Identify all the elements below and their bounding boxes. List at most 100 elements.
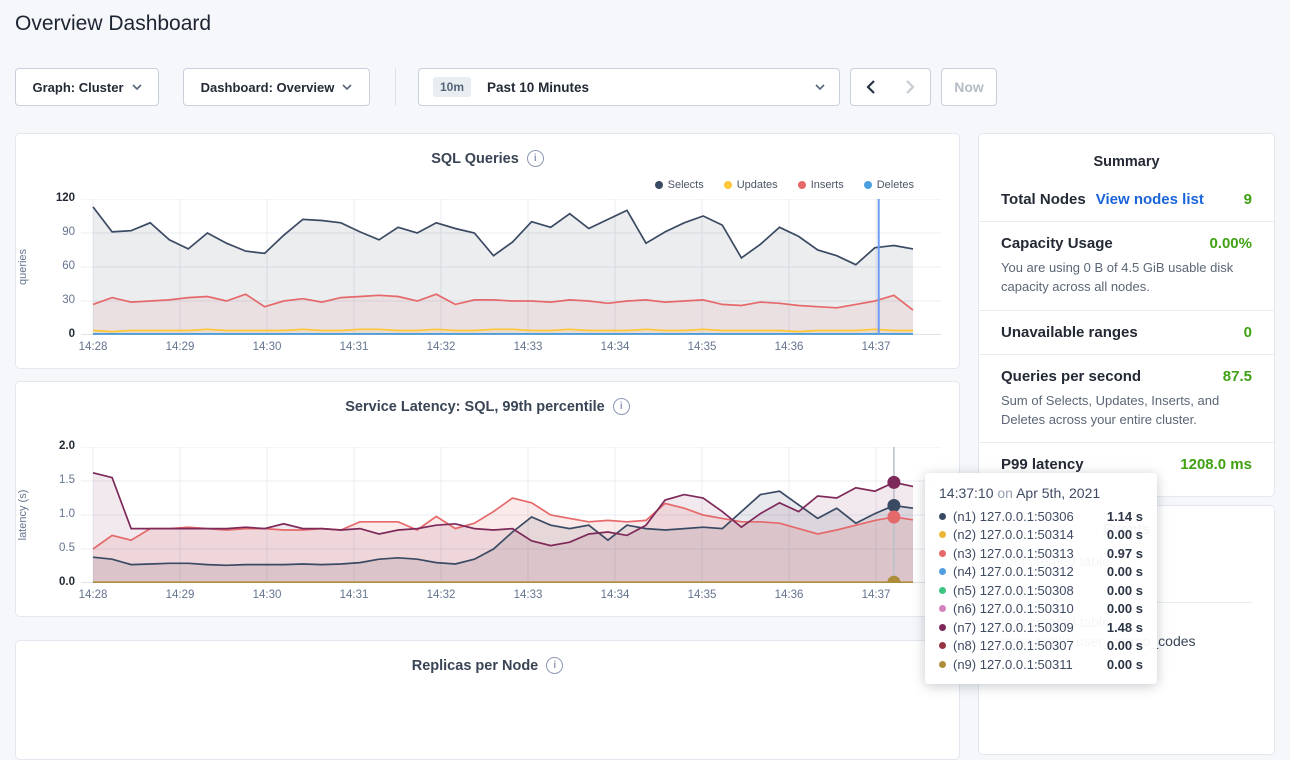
tooltip-row: (n1) 127.0.0.1:50306 1.14 s — [939, 507, 1143, 526]
x-tick-label: 14:29 — [155, 589, 205, 601]
x-tick-label: 14:33 — [503, 589, 553, 601]
x-tick-label: 14:36 — [764, 341, 814, 353]
node-color-dot — [939, 513, 946, 520]
info-icon[interactable]: i — [613, 398, 630, 415]
page-title: Overview Dashboard — [15, 12, 211, 36]
tooltip-row: (n9) 127.0.0.1:50311 0.00 s — [939, 655, 1143, 674]
x-tick-label: 14:28 — [68, 341, 118, 353]
node-color-dot — [939, 624, 946, 631]
x-tick-label: 14:34 — [590, 589, 640, 601]
sql-queries-plot[interactable]: queries 030609012014:2814:2914:3014:3114… — [81, 199, 941, 335]
node-address: (n7) 127.0.0.1:50309 — [953, 620, 1074, 635]
tooltip-date: Apr 5th, 2021 — [1016, 485, 1100, 501]
info-icon[interactable]: i — [546, 657, 563, 674]
tooltip-row: (n3) 127.0.0.1:50313 0.97 s — [939, 544, 1143, 563]
axis-y-label: queries — [17, 249, 29, 285]
node-latency-value: 0.97 s — [1107, 546, 1143, 561]
node-latency-value: 0.00 s — [1107, 601, 1143, 616]
metric-value: 87.5 — [1223, 368, 1252, 385]
y-tick-label: 60 — [35, 260, 75, 272]
x-tick-label: 14:37 — [851, 589, 901, 601]
node-latency-value: 0.00 s — [1107, 564, 1143, 579]
y-tick-label: 1.0 — [35, 508, 75, 520]
next-range-button[interactable] — [890, 68, 931, 106]
node-color-dot — [939, 605, 946, 612]
metric-value: 0.00% — [1209, 235, 1252, 252]
summary-title: Summary — [979, 134, 1274, 178]
legend-swatch — [655, 181, 663, 189]
nodes-list-link[interactable]: View nodes list — [1096, 191, 1204, 208]
y-tick-label: 2.0 — [35, 440, 75, 452]
node-color-dot — [939, 661, 946, 668]
node-latency-value: 1.14 s — [1107, 509, 1143, 524]
metric-desc: You are using 0 B of 4.5 GiB usable disk… — [1001, 259, 1252, 297]
x-tick-label: 14:31 — [329, 341, 379, 353]
x-tick-label: 14:31 — [329, 589, 379, 601]
now-button[interactable]: Now — [941, 68, 997, 106]
chevron-down-icon — [342, 84, 352, 90]
crosshair-dot — [887, 476, 900, 489]
tooltip-row: (n8) 127.0.0.1:503070.00 s — [939, 637, 1143, 656]
axis-y-label: latency (s) — [17, 490, 29, 541]
x-tick-label: 14:34 — [590, 341, 640, 353]
prev-range-button[interactable] — [850, 68, 891, 106]
legend-item-updates[interactable]: Updates — [724, 179, 778, 191]
metric-label: Total Nodes — [1001, 191, 1086, 208]
node-address: (n5) 127.0.0.1:50308 — [953, 583, 1074, 598]
x-tick-label: 14:36 — [764, 589, 814, 601]
summary-row-total-nodes: Total Nodes View nodes list 9 — [979, 178, 1274, 221]
latency-tooltip: 14:37:10 on Apr 5th, 2021 (n1) 127.0.0.1… — [925, 473, 1157, 684]
x-tick-label: 14:35 — [677, 341, 727, 353]
graph-dropdown-label: Graph: Cluster — [32, 80, 123, 95]
legend-swatch — [864, 181, 872, 189]
chart-title: Service Latency: SQL, 99th percentile i — [16, 382, 959, 415]
node-color-dot — [939, 550, 946, 557]
metric-label: Unavailable ranges — [1001, 324, 1138, 341]
y-tick-label: 0.5 — [35, 542, 75, 554]
node-address: (n3) 127.0.0.1:50313 — [953, 546, 1074, 561]
x-tick-label: 14:30 — [242, 589, 292, 601]
metric-label: Capacity Usage — [1001, 235, 1113, 252]
chart-title-text: Replicas per Node — [412, 658, 539, 674]
node-address: (n6) 127.0.0.1:50310 — [953, 601, 1074, 616]
time-range-selector[interactable]: 10m Past 10 Minutes — [418, 68, 840, 106]
time-range-badge: 10m — [433, 77, 471, 97]
service-latency-plot[interactable]: latency (s) 0.00.51.01.52.014:2814:2914:… — [81, 447, 941, 583]
x-tick-label: 14:29 — [155, 341, 205, 353]
node-address: (n8) 127.0.0.1:50307 — [953, 638, 1074, 653]
metric-value: 1208.0 ms — [1180, 456, 1252, 473]
chart-panel-sql-queries: SQL Queries i Selects Updates Inserts Delet… — [15, 133, 960, 369]
chart-title-text: Service Latency: SQL, 99th percentile — [345, 399, 605, 415]
legend-item-deletes[interactable]: Deletes — [864, 179, 914, 191]
node-color-dot — [939, 568, 946, 575]
info-icon[interactable]: i — [527, 150, 544, 167]
metric-label: P99 latency — [1001, 456, 1084, 473]
graph-dropdown[interactable]: Graph: Cluster — [15, 68, 159, 106]
node-latency-value: 1.48 s — [1107, 620, 1143, 635]
legend-item-inserts[interactable]: Inserts — [798, 179, 844, 191]
metric-desc: Sum of Selects, Updates, Inserts, and De… — [1001, 392, 1252, 430]
summary-row-unavailable-ranges: Unavailable ranges 0 — [979, 310, 1274, 354]
tooltip-row: (n7) 127.0.0.1:50309 1.48 s — [939, 618, 1143, 637]
chevron-down-icon — [815, 84, 825, 90]
summary-panel: Summary Total Nodes View nodes list 9 Ca… — [978, 133, 1275, 497]
x-tick-label: 14:37 — [851, 341, 901, 353]
chart-panel-service-latency: Service Latency: SQL, 99th percentile i … — [15, 381, 960, 617]
node-color-dot — [939, 587, 946, 594]
legend-swatch — [724, 181, 732, 189]
node-address: (n1) 127.0.0.1:50306 — [953, 509, 1074, 524]
x-tick-label: 14:28 — [68, 589, 118, 601]
chevron-left-icon — [866, 80, 875, 94]
tooltip-rows: (n1) 127.0.0.1:50306 1.14 s (n2) 127.0.0.1… — [939, 507, 1143, 674]
dashboard-dropdown[interactable]: Dashboard: Overview — [183, 68, 370, 106]
chart-title: SQL Queries i — [16, 134, 959, 167]
chart-panel-replicas-per-node: Replicas per Node i — [15, 640, 960, 760]
x-tick-label: 14:32 — [416, 341, 466, 353]
tooltip-time: 14:37:10 on Apr 5th, 2021 — [939, 485, 1143, 501]
legend-item-selects[interactable]: Selects — [655, 179, 704, 191]
node-latency-value: 0.00 s — [1107, 657, 1143, 672]
summary-row-capacity: Capacity Usage 0.00% You are using 0 B o… — [979, 221, 1274, 310]
tooltip-row: (n2) 127.0.0.1:503140.00 s — [939, 526, 1143, 545]
y-tick-label: 120 — [35, 192, 75, 204]
node-address: (n9) 127.0.0.1:50311 — [953, 657, 1073, 672]
